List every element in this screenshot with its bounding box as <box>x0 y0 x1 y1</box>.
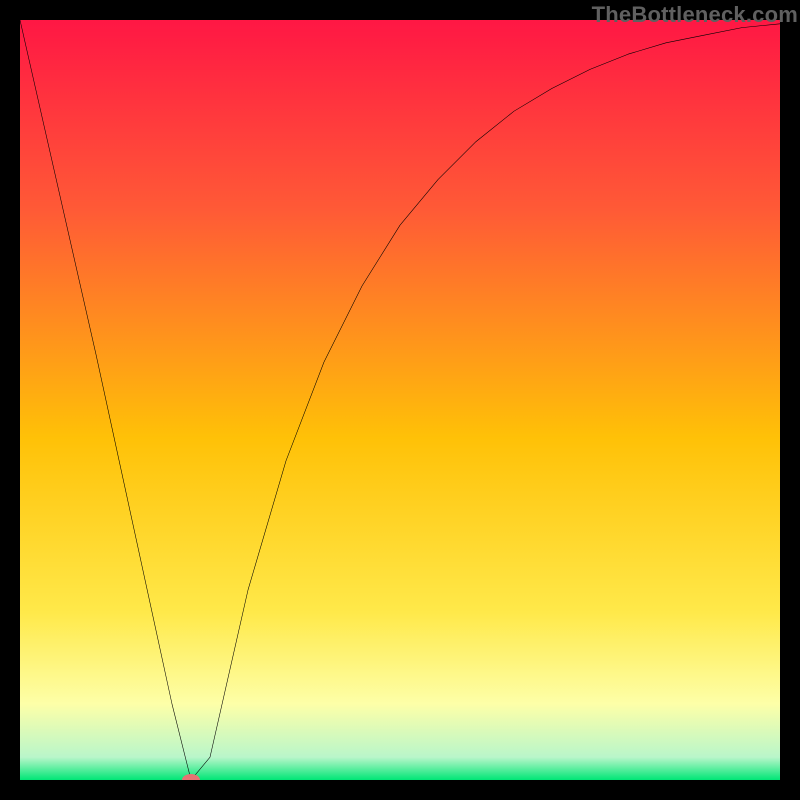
plot-area <box>20 20 780 780</box>
bottleneck-curve <box>20 20 780 780</box>
minimum-marker <box>182 774 200 780</box>
chart-frame: TheBottleneck.com <box>0 0 800 800</box>
watermark-text: TheBottleneck.com <box>592 2 798 28</box>
